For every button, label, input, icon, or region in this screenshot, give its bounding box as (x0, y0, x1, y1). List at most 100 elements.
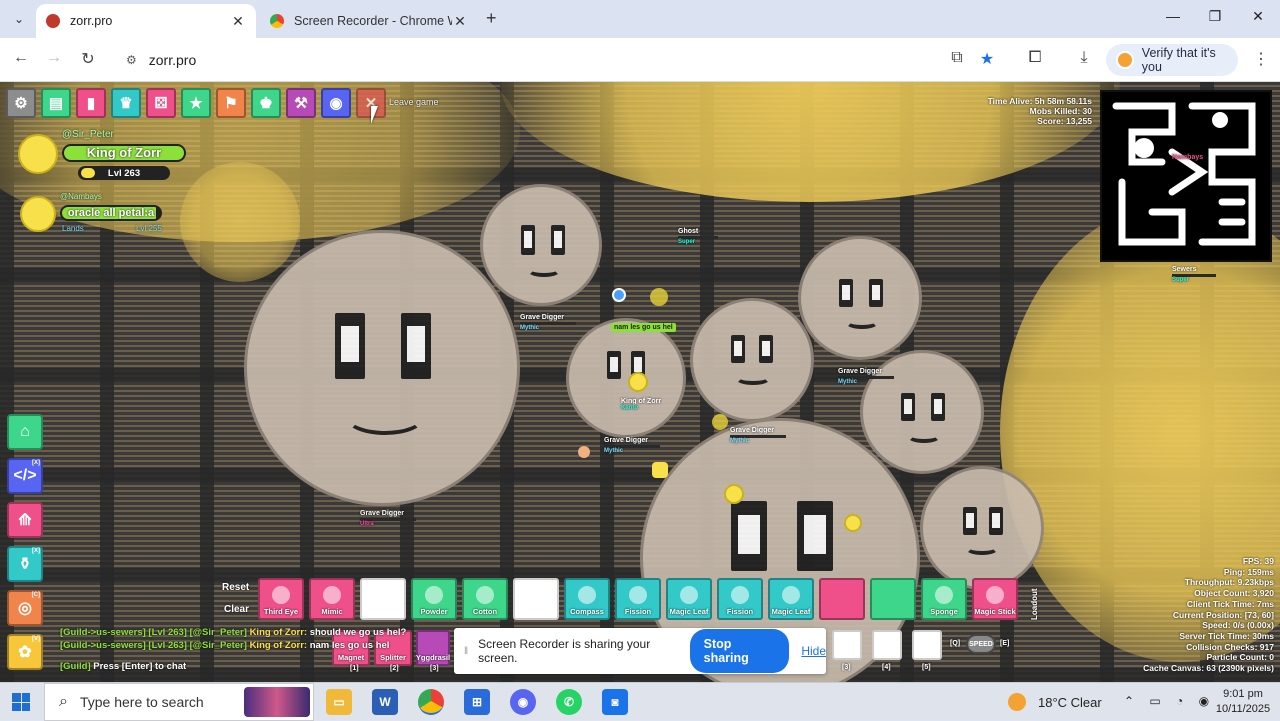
secondary-slot[interactable] (832, 630, 862, 660)
dice-icon[interactable]: ⚄ (146, 88, 176, 118)
loadout-slot[interactable] (513, 578, 559, 620)
discord-taskbar-icon[interactable]: ◉ (510, 689, 536, 715)
loadout-slot[interactable]: Sponge (921, 578, 967, 620)
word-icon[interactable]: W (372, 689, 398, 715)
slot-key: [3] (842, 664, 851, 671)
slot-label: Cotton (472, 607, 498, 616)
loadout-slot[interactable]: Cotton (462, 578, 508, 620)
ally-flower (724, 484, 744, 504)
maximize-button[interactable]: ❐ (1200, 8, 1230, 25)
reload-button[interactable]: ↻ (77, 49, 99, 69)
grave-digger-mob[interactable] (244, 230, 520, 506)
weather-widget[interactable]: 18°C Clear (1008, 693, 1102, 711)
flag-icon[interactable]: ⚑ (216, 88, 246, 118)
loadout-slot[interactable]: Powder (411, 578, 457, 620)
cauldron-icon[interactable]: ◎ [C] (7, 590, 43, 626)
site-info-icon[interactable]: ⚙ (126, 53, 137, 67)
grave-digger-mob[interactable] (566, 318, 686, 438)
potion-icon[interactable]: ⚱ [X] (7, 546, 43, 582)
slot-label: Powder (420, 607, 448, 616)
run-stats: Time Alive: 5h 58m 58.11s Mobs Killed: 3… (987, 96, 1092, 126)
windows-start-icon[interactable] (12, 693, 30, 711)
loadout-slot[interactable]: Compass (564, 578, 610, 620)
perf-line: Throughput: 9.23kbps (1184, 577, 1274, 588)
back-button[interactable]: ← (10, 49, 32, 67)
file-explorer-icon[interactable]: ▭ (326, 689, 352, 715)
tab-search-button[interactable]: ⌄ (8, 8, 30, 30)
slot-label: Mimic (321, 607, 343, 616)
shop-icon[interactable]: ⌂ (7, 414, 43, 450)
loadout-slot[interactable]: Magic Stick (972, 578, 1018, 620)
leave-game-tooltip: Leave game (389, 97, 439, 107)
verify-identity-button[interactable]: Verify that it's you (1106, 44, 1238, 76)
crown-icon[interactable]: ♚ (251, 88, 281, 118)
minimize-button[interactable]: — (1158, 8, 1188, 24)
slot-key: [5] (922, 664, 931, 671)
discord-icon[interactable]: ◉ (321, 88, 351, 118)
chrome-menu-icon[interactable]: ⋮ (1250, 49, 1272, 69)
loadout-slot[interactable] (870, 578, 916, 620)
forward-button[interactable]: → (43, 49, 65, 67)
secondary-slot[interactable]: Yggdrasil (416, 630, 450, 666)
loadout-slot[interactable] (819, 578, 865, 620)
loadout-slot[interactable]: Fission (615, 578, 661, 620)
close-window-button[interactable]: ✕ (1243, 8, 1273, 25)
minimap[interactable]: Nambays (1100, 90, 1272, 262)
player-username: @Sir_Peter (62, 129, 114, 140)
hide-share-bar-link[interactable]: Hide (801, 644, 826, 658)
loadout-slot[interactable]: Magic Leaf (666, 578, 712, 620)
close-tab-icon[interactable]: ✕ (452, 13, 468, 30)
perf-line: Speed: 0/s (0.00x) (1202, 620, 1274, 631)
petal-icon (323, 586, 341, 604)
taskbar-clock[interactable]: 9:01 pm 10/11/2025 (1212, 687, 1274, 717)
screen-recorder-icon[interactable]: ◙ (602, 689, 628, 715)
craft-icon[interactable]: ⟰ (7, 502, 43, 538)
stats-chart-icon[interactable]: ▮ (76, 88, 106, 118)
weather-text: 18°C Clear (1038, 694, 1102, 710)
loadout-slot[interactable]: Third Eye (258, 578, 304, 620)
inventory-icon[interactable]: ▤ (41, 88, 71, 118)
pet-paw-icon[interactable]: ✿ [V] (7, 634, 43, 670)
speed-toggle[interactable]: SPEED (966, 634, 996, 654)
whatsapp-icon[interactable]: ✆ (556, 689, 582, 715)
trophy-icon[interactable]: ♛ (111, 88, 141, 118)
new-tab-button[interactable]: + (486, 8, 497, 29)
grave-digger-mob[interactable] (798, 236, 922, 360)
petal (578, 446, 590, 458)
tab-zorr[interactable]: zorr.pro ✕ (36, 4, 256, 38)
loadout-slot[interactable]: Magic Leaf (768, 578, 814, 620)
downloads-icon[interactable]: ⤓ (1073, 49, 1095, 67)
reset-loadout-button[interactable]: Reset (222, 582, 249, 593)
petal (612, 288, 626, 302)
chat-prompt[interactable]: [Guild] Press [Enter] to chat (60, 660, 406, 673)
drag-handle-icon[interactable]: ‖ (464, 646, 468, 657)
tab-screen-recorder[interactable]: Screen Recorder - Chrome Web ✕ (260, 4, 478, 38)
system-tray[interactable]: ⌃ ▭ ◔ ◉ (1124, 694, 1215, 708)
close-tab-icon[interactable]: ✕ (230, 13, 246, 30)
store-icon[interactable]: ⊞ (464, 689, 490, 715)
minimap-player-label: Nambays (1172, 154, 1204, 161)
install-app-icon[interactable]: ⧉ (946, 49, 968, 67)
bookmark-star-icon[interactable]: ★ (976, 49, 998, 69)
secondary-slot[interactable] (912, 630, 942, 660)
search-placeholder: Type here to search (79, 694, 204, 710)
loadout-slot[interactable]: Mimic (309, 578, 355, 620)
settings-gear-icon[interactable]: ⚙ (6, 88, 36, 118)
grave-digger-mob[interactable] (480, 184, 602, 306)
speed-key-q: [Q] (950, 640, 961, 647)
extensions-icon[interactable]: ⧠ (1024, 49, 1046, 67)
teammate-avatar (20, 196, 56, 232)
profile-avatar (1116, 51, 1134, 69)
loadout-slot[interactable] (360, 578, 406, 620)
grave-digger-mob[interactable] (690, 298, 814, 422)
loadout-slot[interactable]: Fission (717, 578, 763, 620)
star-icon[interactable]: ★ (181, 88, 211, 118)
secondary-slot[interactable] (872, 630, 902, 660)
stop-sharing-button[interactable]: Stop sharing (689, 629, 790, 673)
tools-icon[interactable]: ⚒ (286, 88, 316, 118)
clear-loadout-button[interactable]: Clear (224, 604, 249, 615)
grave-digger-mob[interactable] (920, 466, 1044, 590)
code-icon[interactable]: </> [X] (7, 458, 43, 494)
speed-key-e: [E] (1000, 640, 1010, 647)
chrome-icon[interactable] (418, 689, 444, 715)
